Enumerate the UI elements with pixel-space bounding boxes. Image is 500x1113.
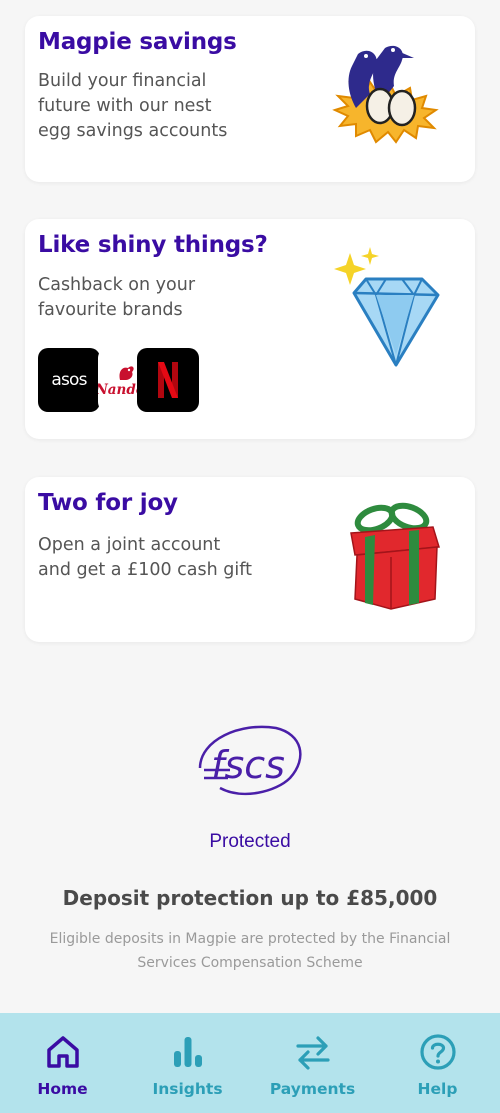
home-icon <box>46 1036 79 1068</box>
fscs-logo: fscs <box>0 718 500 813</box>
card-title: Two for joy <box>38 490 178 516</box>
netflix-logo[interactable]: N <box>137 348 199 412</box>
transfer-arrows-icon <box>295 1036 330 1070</box>
card-title: Magpie savings <box>38 29 237 55</box>
gift-box-icon <box>350 502 440 610</box>
diamond-icon <box>334 247 440 367</box>
svg-text:fscs: fscs <box>211 743 285 787</box>
asos-logo[interactable]: asos <box>38 348 100 412</box>
tab-label: Help <box>417 1080 458 1098</box>
netflix-n-icon <box>158 362 178 398</box>
question-circle-icon <box>419 1034 456 1070</box>
tab-label: Payments <box>269 1080 356 1098</box>
card-title: Like shiny things? <box>38 232 268 258</box>
bar-chart-icon <box>173 1037 202 1067</box>
card-description: Cashback on your favourite brands <box>38 275 196 320</box>
tab-home[interactable]: Home <box>0 1013 125 1113</box>
asos-label: asos <box>51 370 87 390</box>
tab-insights[interactable]: Insights <box>125 1013 250 1113</box>
tab-label: Home <box>37 1080 88 1098</box>
tab-payments[interactable]: Payments <box>250 1013 375 1113</box>
magpie-savings-card[interactable]: Magpie savings Build your financial futu… <box>25 16 475 182</box>
rooster-icon <box>119 366 134 380</box>
deposit-protection-title: Deposit protection up to £85,000 <box>62 886 438 910</box>
joint-account-card[interactable]: Two for joy Open a joint account and get… <box>25 477 475 642</box>
tab-label: Insights <box>152 1080 223 1098</box>
cashback-card[interactable]: Like shiny things? Cashback on your favo… <box>25 219 475 439</box>
fscs-emblem-icon: fscs <box>198 725 302 796</box>
card-description: Open a joint account and get a £100 cash… <box>38 535 252 580</box>
bottom-tab-bar: Home Insights Payments Help <box>0 1013 500 1113</box>
magpies-on-nest-icon <box>332 45 439 144</box>
deposit-protection-description: Eligible deposits in Magpie are protecte… <box>49 931 451 971</box>
protected-label: Protected <box>209 831 291 852</box>
tab-help[interactable]: Help <box>375 1013 500 1113</box>
card-description: Build your financial future with our nes… <box>38 71 228 141</box>
